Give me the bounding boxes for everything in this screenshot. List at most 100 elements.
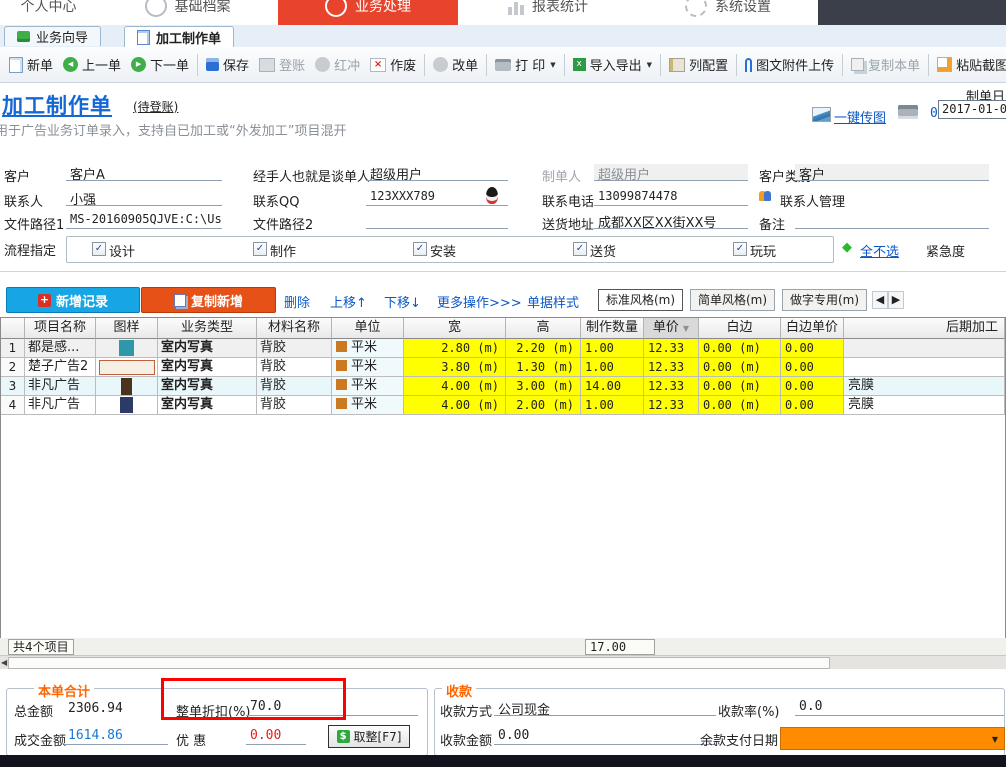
payment-method-field[interactable]: 公司现金 bbox=[494, 699, 716, 716]
cell-h[interactable]: 1.30 (m) bbox=[506, 358, 581, 377]
copy-add-button[interactable]: 复制新增 bbox=[141, 287, 276, 313]
phone-field[interactable]: 13099874478 bbox=[594, 189, 748, 206]
style-tab-standard[interactable]: 标准风格(m) bbox=[598, 289, 683, 311]
col-header-sample[interactable]: 图样 bbox=[96, 318, 158, 339]
attachment-upload-button[interactable]: 图文附件上传 bbox=[740, 52, 839, 77]
cell-edge[interactable]: 0.00 (m) bbox=[699, 358, 781, 377]
scroll-left-icon[interactable]: ◀ bbox=[1, 658, 7, 667]
col-header-material[interactable]: 材料名称 bbox=[257, 318, 332, 339]
col-header-white-edge[interactable]: 白边 bbox=[699, 318, 781, 339]
style-tab-lettering[interactable]: 做字专用(m) bbox=[782, 289, 867, 311]
qq-penguin-icon[interactable] bbox=[486, 187, 498, 204]
more-actions-link[interactable]: 更多操作>>> bbox=[437, 292, 522, 311]
cell-price[interactable]: 12.33 bbox=[644, 339, 699, 358]
modify-order-button[interactable]: 改单 bbox=[428, 52, 483, 77]
nav-base-archives[interactable]: 基础档案 bbox=[97, 0, 279, 25]
move-down-link[interactable]: 下移↓ bbox=[384, 292, 421, 311]
col-header-edge-price[interactable]: 白边单价 bbox=[781, 318, 844, 339]
cell-price[interactable]: 12.33 bbox=[644, 396, 699, 415]
prev-order-button[interactable]: ◀上一单 bbox=[58, 52, 126, 77]
delete-link[interactable]: 删除 bbox=[284, 292, 310, 311]
checkbox-make[interactable]: ✓ bbox=[253, 242, 267, 256]
new-order-button[interactable]: 新单 bbox=[4, 52, 58, 77]
order-date-field[interactable]: 2017-01-05 bbox=[938, 100, 1006, 119]
cell-w[interactable]: 4.00 (m) bbox=[404, 377, 506, 396]
select-none-link[interactable]: 全不选 bbox=[860, 241, 899, 260]
file-path1-field[interactable]: MS-20160905QJVE:C:\Users bbox=[66, 212, 222, 229]
handler-field[interactable]: 超级用户 bbox=[366, 164, 508, 181]
cell-price[interactable]: 12.33 bbox=[644, 377, 699, 396]
col-header-item-name[interactable]: 项目名称 bbox=[25, 318, 96, 339]
file-path2-field[interactable] bbox=[366, 212, 508, 229]
payment-rate-field[interactable]: 0.0 bbox=[795, 699, 1004, 716]
checkbox-install[interactable]: ✓ bbox=[413, 242, 427, 256]
nav-business-process[interactable]: 业务处理 bbox=[278, 0, 458, 25]
col-header-business-type[interactable]: 业务类型 bbox=[158, 318, 257, 339]
tab-scroll-right-icon[interactable]: ▶ bbox=[888, 291, 904, 309]
coupon-field[interactable]: 0.00 bbox=[246, 728, 306, 745]
checkbox-design[interactable]: ✓ bbox=[92, 242, 106, 256]
checkbox-play[interactable]: ✓ bbox=[733, 242, 747, 256]
horizontal-scrollbar[interactable]: ◀ bbox=[0, 656, 1006, 669]
checkbox-deliver[interactable]: ✓ bbox=[573, 242, 587, 256]
payment-rate-label: 收款率(%) bbox=[718, 701, 780, 720]
payment-amount-field[interactable]: 0.00 bbox=[494, 728, 716, 745]
paste-screenshot-button[interactable]: 粘贴截图 bbox=[932, 52, 1006, 77]
tab-business-wizard[interactable]: 业务向导 bbox=[4, 26, 101, 46]
add-record-button[interactable]: + 新增记录 bbox=[6, 287, 140, 313]
col-header-quantity[interactable]: 制作数量 bbox=[581, 318, 644, 339]
col-header-unit[interactable]: 单位 bbox=[332, 318, 404, 339]
cell-edge_price[interactable]: 0.00 bbox=[781, 396, 844, 415]
scrollbar-thumb[interactable] bbox=[8, 657, 830, 669]
void-button[interactable]: ×作废 bbox=[365, 52, 421, 77]
print-count-icon[interactable] bbox=[898, 105, 918, 119]
cell-w[interactable]: 2.80 (m) bbox=[404, 339, 506, 358]
deal-amount-field[interactable]: 1614.86 bbox=[64, 728, 168, 745]
save-button[interactable]: 保存 bbox=[201, 52, 254, 77]
contact-management-link[interactable]: 联系人管理 bbox=[780, 191, 845, 210]
remark-field[interactable] bbox=[795, 212, 989, 229]
cell-qty[interactable]: 1.00 bbox=[581, 358, 644, 377]
round-off-button[interactable]: $ 取整[F7] bbox=[328, 725, 410, 748]
col-header-rownum[interactable] bbox=[1, 318, 25, 339]
cell-h[interactable]: 2.20 (m) bbox=[506, 339, 581, 358]
print-button[interactable]: 打 印▼ bbox=[490, 52, 561, 77]
contact-field[interactable]: 小强 bbox=[66, 189, 222, 206]
cell-edge[interactable]: 0.00 (m) bbox=[699, 339, 781, 358]
tab-processing-order[interactable]: 加工制作单 bbox=[124, 26, 234, 48]
column-config-button[interactable]: 列配置 bbox=[664, 52, 733, 77]
col-header-post-process[interactable]: 后期加工 bbox=[844, 318, 1005, 339]
nav-personal-center[interactable]: 个人中心 bbox=[0, 0, 98, 25]
nav-system-settings[interactable]: 系统设置 bbox=[638, 0, 819, 25]
nav-report-stats[interactable]: 报表统计 bbox=[458, 0, 639, 25]
cell-w[interactable]: 4.00 (m) bbox=[404, 396, 506, 415]
col-header-width[interactable]: 宽 bbox=[404, 318, 506, 339]
one-click-upload-link[interactable]: 一键传图 bbox=[834, 107, 886, 126]
move-up-link[interactable]: 上移↑ bbox=[330, 292, 367, 311]
cell-h[interactable]: 2.00 (m) bbox=[506, 396, 581, 415]
col-header-unit-price[interactable]: 单价▼ bbox=[644, 318, 699, 339]
cell-qty[interactable]: 14.00 bbox=[581, 377, 644, 396]
import-export-button[interactable]: x导入导出▼ bbox=[568, 52, 657, 77]
cell-price[interactable]: 12.33 bbox=[644, 358, 699, 377]
customer-category-field[interactable]: 客户 bbox=[795, 164, 989, 181]
doc-style-link[interactable]: 单据样式 bbox=[527, 292, 579, 311]
cell-edge_price[interactable]: 0.00 bbox=[781, 358, 844, 377]
cell-qty[interactable]: 1.00 bbox=[581, 396, 644, 415]
cell-edge_price[interactable]: 0.00 bbox=[781, 377, 844, 396]
col-header-height[interactable]: 高 bbox=[506, 318, 581, 339]
due-date-dropdown[interactable]: ▼ bbox=[780, 727, 1005, 750]
cell-h[interactable]: 3.00 (m) bbox=[506, 377, 581, 396]
copy-order-button: 复制本单 bbox=[846, 52, 925, 77]
customer-field[interactable]: 客户A bbox=[66, 164, 222, 181]
next-order-button[interactable]: ▶下一单 bbox=[126, 52, 194, 77]
address-field[interactable]: 成都XX区XX街XX号 bbox=[594, 212, 748, 229]
page-title[interactable]: 加工制作单 bbox=[2, 90, 112, 120]
cell-edge_price[interactable]: 0.00 bbox=[781, 339, 844, 358]
style-tab-simple[interactable]: 简单风格(m) bbox=[690, 289, 775, 311]
cell-w[interactable]: 3.80 (m) bbox=[404, 358, 506, 377]
cell-qty[interactable]: 1.00 bbox=[581, 339, 644, 358]
cell-edge[interactable]: 0.00 (m) bbox=[699, 377, 781, 396]
cell-edge[interactable]: 0.00 (m) bbox=[699, 396, 781, 415]
tab-scroll-left-icon[interactable]: ◀ bbox=[872, 291, 888, 309]
